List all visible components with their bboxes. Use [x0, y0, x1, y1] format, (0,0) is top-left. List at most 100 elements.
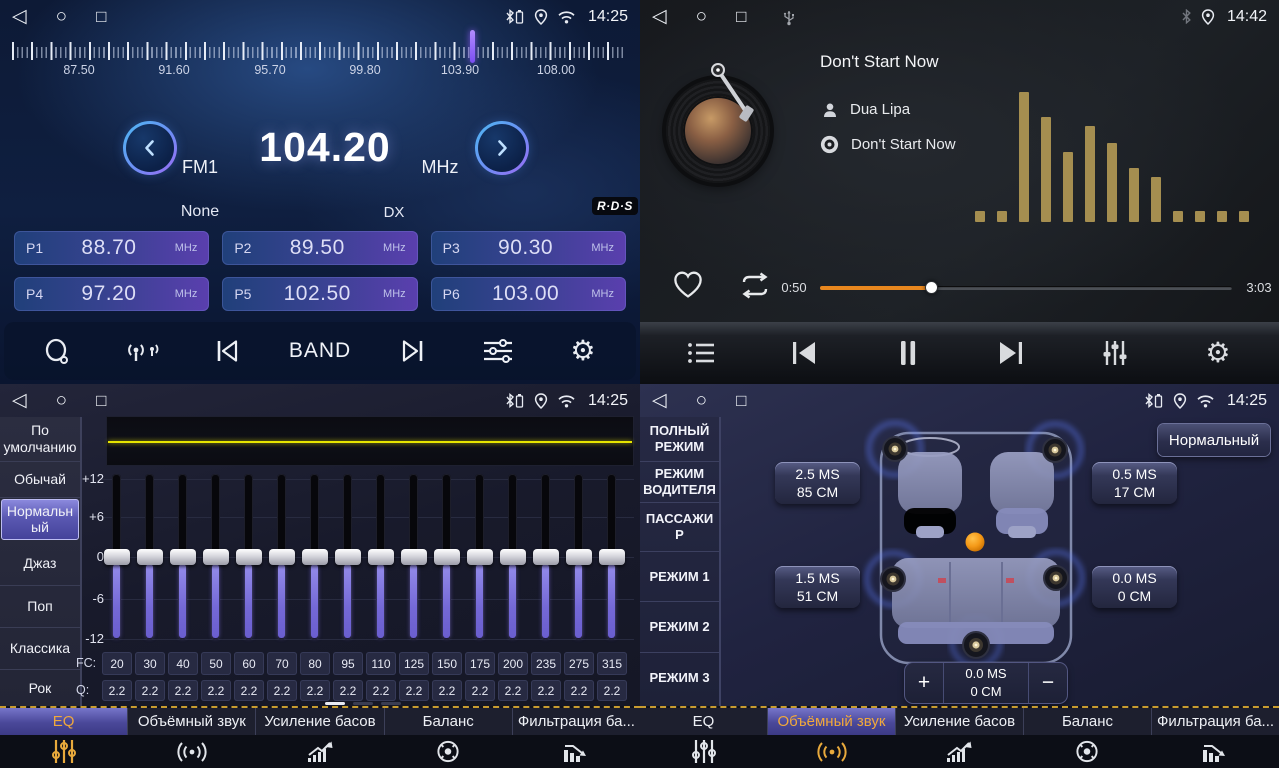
- eq-q-value[interactable]: 2.2: [531, 680, 561, 701]
- eq-band-slider[interactable]: [465, 472, 495, 644]
- eq-band-slider[interactable]: [300, 472, 330, 644]
- eq-band-slider[interactable]: [432, 472, 462, 644]
- next-track-button[interactable]: [986, 330, 1036, 376]
- nav-recents-icon[interactable]: □: [96, 0, 106, 33]
- eq-tab-icon[interactable]: [0, 739, 128, 764]
- tab-surround[interactable]: Объёмный звук: [767, 708, 895, 735]
- eq-q-value[interactable]: 2.2: [465, 680, 495, 701]
- repeat-button[interactable]: [737, 272, 773, 304]
- settings-gear-icon[interactable]: ⚙: [1193, 330, 1243, 376]
- eq-band-slider[interactable]: [234, 472, 264, 644]
- eq-q-value[interactable]: 2.2: [168, 680, 198, 701]
- preset-button-p4[interactable]: P497.20MHz: [14, 277, 209, 311]
- slider-knob[interactable]: [533, 549, 559, 565]
- tab-balance[interactable]: Баланс: [1023, 708, 1151, 735]
- slider-knob[interactable]: [203, 549, 229, 565]
- tab-filter[interactable]: Фильтрация ба...: [512, 708, 640, 735]
- tab-eq[interactable]: EQ: [640, 708, 767, 735]
- slider-knob[interactable]: [434, 549, 460, 565]
- nav-home-icon[interactable]: ○: [696, 0, 707, 33]
- filter-tab-icon[interactable]: [1151, 740, 1279, 764]
- radio-eq-settings-button[interactable]: [475, 328, 521, 374]
- eq-q-value[interactable]: 2.2: [234, 680, 264, 701]
- eq-preset-rock[interactable]: Рок: [0, 670, 80, 706]
- eq-page-indicator[interactable]: [325, 702, 401, 705]
- eq-fc-value[interactable]: 110: [366, 652, 396, 675]
- slider-knob[interactable]: [368, 549, 394, 565]
- nav-recents-icon[interactable]: □: [96, 384, 106, 417]
- mode-3[interactable]: РЕЖИМ 3: [640, 653, 719, 702]
- favorite-button[interactable]: [672, 270, 704, 304]
- nav-recents-icon[interactable]: □: [736, 0, 746, 33]
- mode-driver[interactable]: РЕЖИМ ВОДИТЕЛЯ: [640, 462, 719, 503]
- surround-tab-icon[interactable]: [768, 740, 896, 764]
- slider-knob[interactable]: [137, 549, 163, 565]
- eq-band-slider[interactable]: [399, 472, 429, 644]
- slider-knob[interactable]: [599, 549, 625, 565]
- eq-q-value[interactable]: 2.2: [432, 680, 462, 701]
- rear-left-delay-button[interactable]: 1.5 MS 51 CM: [775, 566, 860, 608]
- filter-tab-icon[interactable]: [512, 740, 640, 764]
- eq-fc-value[interactable]: 60: [234, 652, 264, 675]
- eq-band-slider[interactable]: [102, 472, 132, 644]
- eq-fc-value[interactable]: 80: [300, 652, 330, 675]
- dial-frequency-indicator[interactable]: [470, 30, 475, 63]
- eq-band-slider[interactable]: [333, 472, 363, 644]
- eq-q-value[interactable]: 2.2: [597, 680, 627, 701]
- delay-increase-button[interactable]: +: [905, 663, 944, 703]
- tab-balance[interactable]: Баланс: [384, 708, 512, 735]
- eq-q-value[interactable]: 2.2: [102, 680, 132, 701]
- eq-band-slider[interactable]: [366, 472, 396, 644]
- nav-recents-icon[interactable]: □: [736, 384, 746, 417]
- progress-bar[interactable]: [820, 286, 1232, 290]
- eq-fc-value[interactable]: 315: [597, 652, 627, 675]
- mode-passenger[interactable]: ПАССАЖИР: [640, 503, 719, 552]
- balance-tab-icon[interactable]: [384, 739, 512, 764]
- tune-up-button[interactable]: [475, 121, 529, 175]
- balance-tab-icon[interactable]: [1023, 739, 1151, 764]
- pause-button[interactable]: [883, 330, 933, 376]
- tab-eq[interactable]: EQ: [0, 708, 127, 735]
- bass-boost-tab-icon[interactable]: [896, 740, 1024, 764]
- tab-bass-boost[interactable]: Усиление басов: [255, 708, 383, 735]
- slider-knob[interactable]: [401, 549, 427, 565]
- nav-back-icon[interactable]: ◁: [652, 384, 667, 417]
- eq-q-value[interactable]: 2.2: [201, 680, 231, 701]
- eq-fc-value[interactable]: 175: [465, 652, 495, 675]
- eq-q-value[interactable]: 2.2: [564, 680, 594, 701]
- seek-next-button[interactable]: [390, 328, 436, 374]
- slider-knob[interactable]: [566, 549, 592, 565]
- preset-button-p6[interactable]: P6103.00MHz: [431, 277, 626, 311]
- eq-q-value[interactable]: 2.2: [498, 680, 528, 701]
- mode-2[interactable]: РЕЖИМ 2: [640, 602, 719, 653]
- playlist-button[interactable]: [676, 330, 726, 376]
- eq-fc-value[interactable]: 125: [399, 652, 429, 675]
- preset-button-p2[interactable]: P289.50MHz: [222, 231, 417, 265]
- mode-full[interactable]: ПОЛНЫЙ РЕЖИМ: [640, 417, 719, 462]
- eq-fc-value[interactable]: 150: [432, 652, 462, 675]
- previous-track-button[interactable]: [779, 330, 829, 376]
- tab-bass-boost[interactable]: Усиление басов: [895, 708, 1023, 735]
- eq-q-value[interactable]: 2.2: [399, 680, 429, 701]
- eq-q-value[interactable]: 2.2: [333, 680, 363, 701]
- slider-knob[interactable]: [467, 549, 493, 565]
- eq-band-slider[interactable]: [201, 472, 231, 644]
- eq-fc-value[interactable]: 40: [168, 652, 198, 675]
- preset-button-p3[interactable]: P390.30MHz: [431, 231, 626, 265]
- nav-home-icon[interactable]: ○: [696, 384, 707, 417]
- eq-fc-value[interactable]: 50: [201, 652, 231, 675]
- bass-boost-tab-icon[interactable]: [256, 740, 384, 764]
- nav-back-icon[interactable]: ◁: [12, 384, 27, 417]
- sound-profile-button[interactable]: Нормальный: [1158, 424, 1270, 456]
- eq-preset-default[interactable]: По умолчанию: [0, 417, 80, 462]
- seek-previous-button[interactable]: [204, 328, 250, 374]
- listener-position-dot[interactable]: [966, 533, 985, 552]
- band-button[interactable]: BAND: [289, 328, 351, 374]
- eq-band-slider[interactable]: [135, 472, 165, 644]
- slider-knob[interactable]: [236, 549, 262, 565]
- front-left-delay-button[interactable]: 2.5 MS 85 CM: [775, 462, 860, 504]
- settings-gear-icon[interactable]: ⚙: [560, 328, 606, 374]
- eq-fc-value[interactable]: 95: [333, 652, 363, 675]
- eq-fc-value[interactable]: 20: [102, 652, 132, 675]
- nav-back-icon[interactable]: ◁: [12, 0, 27, 33]
